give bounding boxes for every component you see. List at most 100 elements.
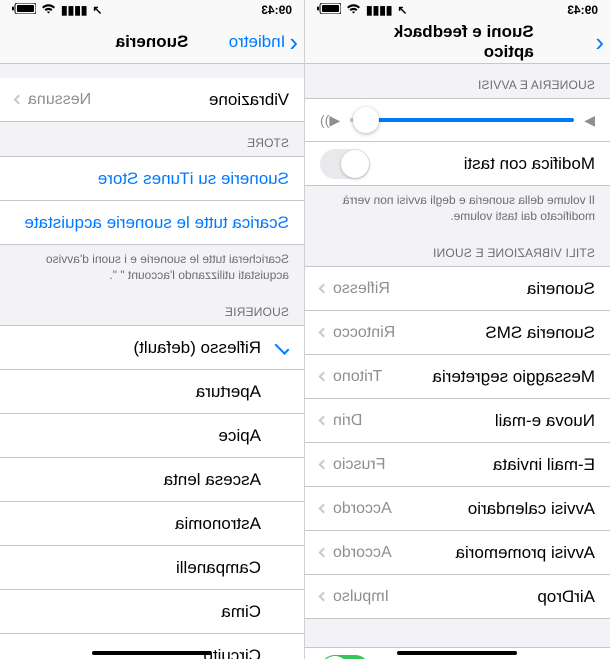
status-icons: ↗ ▮▮▮▮	[12, 3, 102, 17]
sound-row[interactable]: Avvisi promemoria Accordo	[305, 531, 610, 575]
section-styles: STILI VIBRAZIONE E SUONI	[305, 232, 610, 266]
status-bar: 09:43 ↗ ▮▮▮▮	[305, 0, 610, 20]
change-with-buttons-switch[interactable]	[320, 149, 370, 179]
sound-row[interactable]: Avvisi calendario Accordo	[305, 487, 610, 531]
vibration-row[interactable]: Vibrazione Nessuna	[0, 78, 304, 122]
section-ringer: SUONERIA E AVVISI	[305, 64, 610, 98]
chevron-right-icon	[14, 95, 24, 105]
sound-row[interactable]: Messaggio segreteria Tritono	[305, 355, 610, 399]
tone-name: Campanelli	[176, 558, 261, 578]
sound-row-label: Nuova e-mail	[495, 411, 595, 431]
sound-rows: Suoneria Riflesso Suoneria SMS Rintocco Mess…	[305, 266, 610, 619]
sound-row-value: Accordo	[320, 544, 392, 562]
navbar: ‹ Suoni e feedback aptico	[305, 20, 610, 64]
chevron-right-icon	[319, 372, 329, 382]
content: Vibrazione Nessuna STORE Suonerie su iTu…	[0, 64, 304, 659]
tone-name: Riflesso (default)	[133, 338, 261, 358]
change-with-buttons-label: Modifica con tasti	[464, 154, 595, 174]
sound-row-label: Suoneria	[527, 279, 595, 299]
store-link-label: Scarica tutte le suonerie acquistate	[24, 213, 289, 233]
signal-icon: ▮▮▮▮	[61, 3, 87, 17]
sound-row-value: Impulso	[320, 588, 389, 606]
tone-row[interactable]: Circuito	[0, 634, 304, 659]
sound-row-label: AirDrop	[537, 587, 595, 607]
sound-row[interactable]: Nuova e-mail Drin	[305, 399, 610, 443]
page-title: Suoni e feedback aptico	[381, 22, 534, 62]
sound-row[interactable]: E-mail inviata Fruscio	[305, 443, 610, 487]
sound-row-value: Tritono	[320, 368, 382, 386]
store-link[interactable]: Suonerie su iTunes Store	[0, 157, 304, 201]
wifi-icon	[41, 3, 56, 17]
tone-name: Astronomia	[175, 514, 261, 534]
page-title: Suoneria	[116, 32, 189, 52]
sound-row-label: Messaggio segreteria	[432, 367, 595, 387]
tone-name: Apertura	[196, 382, 261, 402]
slider-thumb[interactable]	[353, 107, 379, 133]
location-icon: ↗	[92, 3, 102, 17]
tone-name: Apice	[218, 426, 261, 446]
chevron-right-icon	[319, 592, 329, 602]
section-store: STORE	[0, 122, 304, 156]
content: SUONERIA E AVVISI ▶ ◀)) Modifica con tas…	[305, 64, 610, 659]
home-indicator	[398, 651, 518, 655]
speaker-high-icon: ◀))	[320, 112, 340, 129]
wifi-icon	[346, 3, 361, 17]
tone-name: Circuito	[203, 646, 261, 659]
battery-icon	[317, 3, 341, 17]
sound-row[interactable]: AirDrop Impulso	[305, 575, 610, 619]
signal-icon: ▮▮▮▮	[366, 3, 392, 17]
sound-row-value: Rintocco	[320, 324, 395, 342]
sound-row-label: Suoneria SMS	[485, 323, 595, 343]
sound-row-label: Avvisi promemoria	[455, 543, 595, 563]
store-links: Suonerie su iTunes Store Scarica tutte le…	[0, 156, 304, 245]
status-bar: 09:43 ↗ ▮▮▮▮	[0, 0, 304, 20]
footer-buttons: Il volume della suoneria e degli avvisi …	[305, 186, 610, 232]
store-link[interactable]: Scarica tutte le suonerie acquistate	[0, 201, 304, 245]
tone-row[interactable]: Apertura	[0, 370, 304, 414]
tone-name: Cima	[221, 602, 261, 622]
tone-row[interactable]: Apice	[0, 414, 304, 458]
toggle-switch[interactable]	[320, 655, 370, 659]
tone-list: Riflesso (default) Apertura Apice Ascesa le…	[0, 325, 304, 659]
volume-slider-row: ▶ ◀))	[305, 98, 610, 142]
status-time: 09:43	[261, 3, 292, 17]
store-link-label: Suonerie su iTunes Store	[98, 169, 289, 189]
screen-ringtone: 09:43 ↗ ▮▮▮▮ ‹ Indietro Suoneria	[0, 0, 305, 659]
vibration-label: Vibrazione	[209, 90, 289, 110]
volume-slider[interactable]	[350, 118, 574, 122]
home-indicator	[92, 651, 212, 655]
sound-row-value: Drin	[320, 412, 362, 430]
sound-row[interactable]: Suoneria SMS Rintocco	[305, 311, 610, 355]
tone-row[interactable]: Riflesso (default)	[0, 326, 304, 370]
tone-name: Ascesa lenta	[164, 470, 261, 490]
section-tones: SUONERIE	[0, 291, 304, 325]
sound-row-value: Fruscio	[320, 456, 385, 474]
screen-sounds: 09:43 ↗ ▮▮▮▮ ‹ Suoni e feedback aptico S…	[305, 0, 610, 659]
speaker-low-icon: ▶	[584, 112, 595, 129]
tone-row[interactable]: Campanelli	[0, 546, 304, 590]
chevron-right-icon	[319, 548, 329, 558]
back-label: Indietro	[229, 32, 286, 52]
chevron-right-icon	[319, 504, 329, 514]
change-with-buttons-row: Modifica con tasti	[305, 142, 610, 186]
battery-icon	[12, 3, 36, 17]
check-icon	[275, 340, 290, 355]
sound-row-label: E-mail inviata	[493, 455, 595, 475]
navbar: ‹ Indietro Suoneria	[0, 20, 304, 64]
vibration-value: Nessuna	[15, 91, 91, 109]
status-time: 09:43	[567, 3, 598, 17]
sound-row-value: Riflesso	[320, 280, 390, 298]
status-icons: ↗ ▮▮▮▮	[317, 3, 407, 17]
back-button[interactable]: ‹ Indietro	[229, 32, 304, 52]
tone-row[interactable]: Cima	[0, 590, 304, 634]
location-icon: ↗	[397, 3, 407, 17]
store-footer: Scaricherai tutte le suonerie e i suoni …	[0, 245, 304, 291]
sound-row-value: Accordo	[320, 500, 392, 518]
tone-row[interactable]: Astronomia	[0, 502, 304, 546]
chevron-right-icon	[319, 460, 329, 470]
sound-row-label: Avvisi calendario	[468, 499, 595, 519]
chevron-right-icon	[319, 328, 329, 338]
sound-row[interactable]: Suoneria Riflesso	[305, 267, 610, 311]
tone-row[interactable]: Ascesa lenta	[0, 458, 304, 502]
chevron-right-icon	[319, 416, 329, 426]
